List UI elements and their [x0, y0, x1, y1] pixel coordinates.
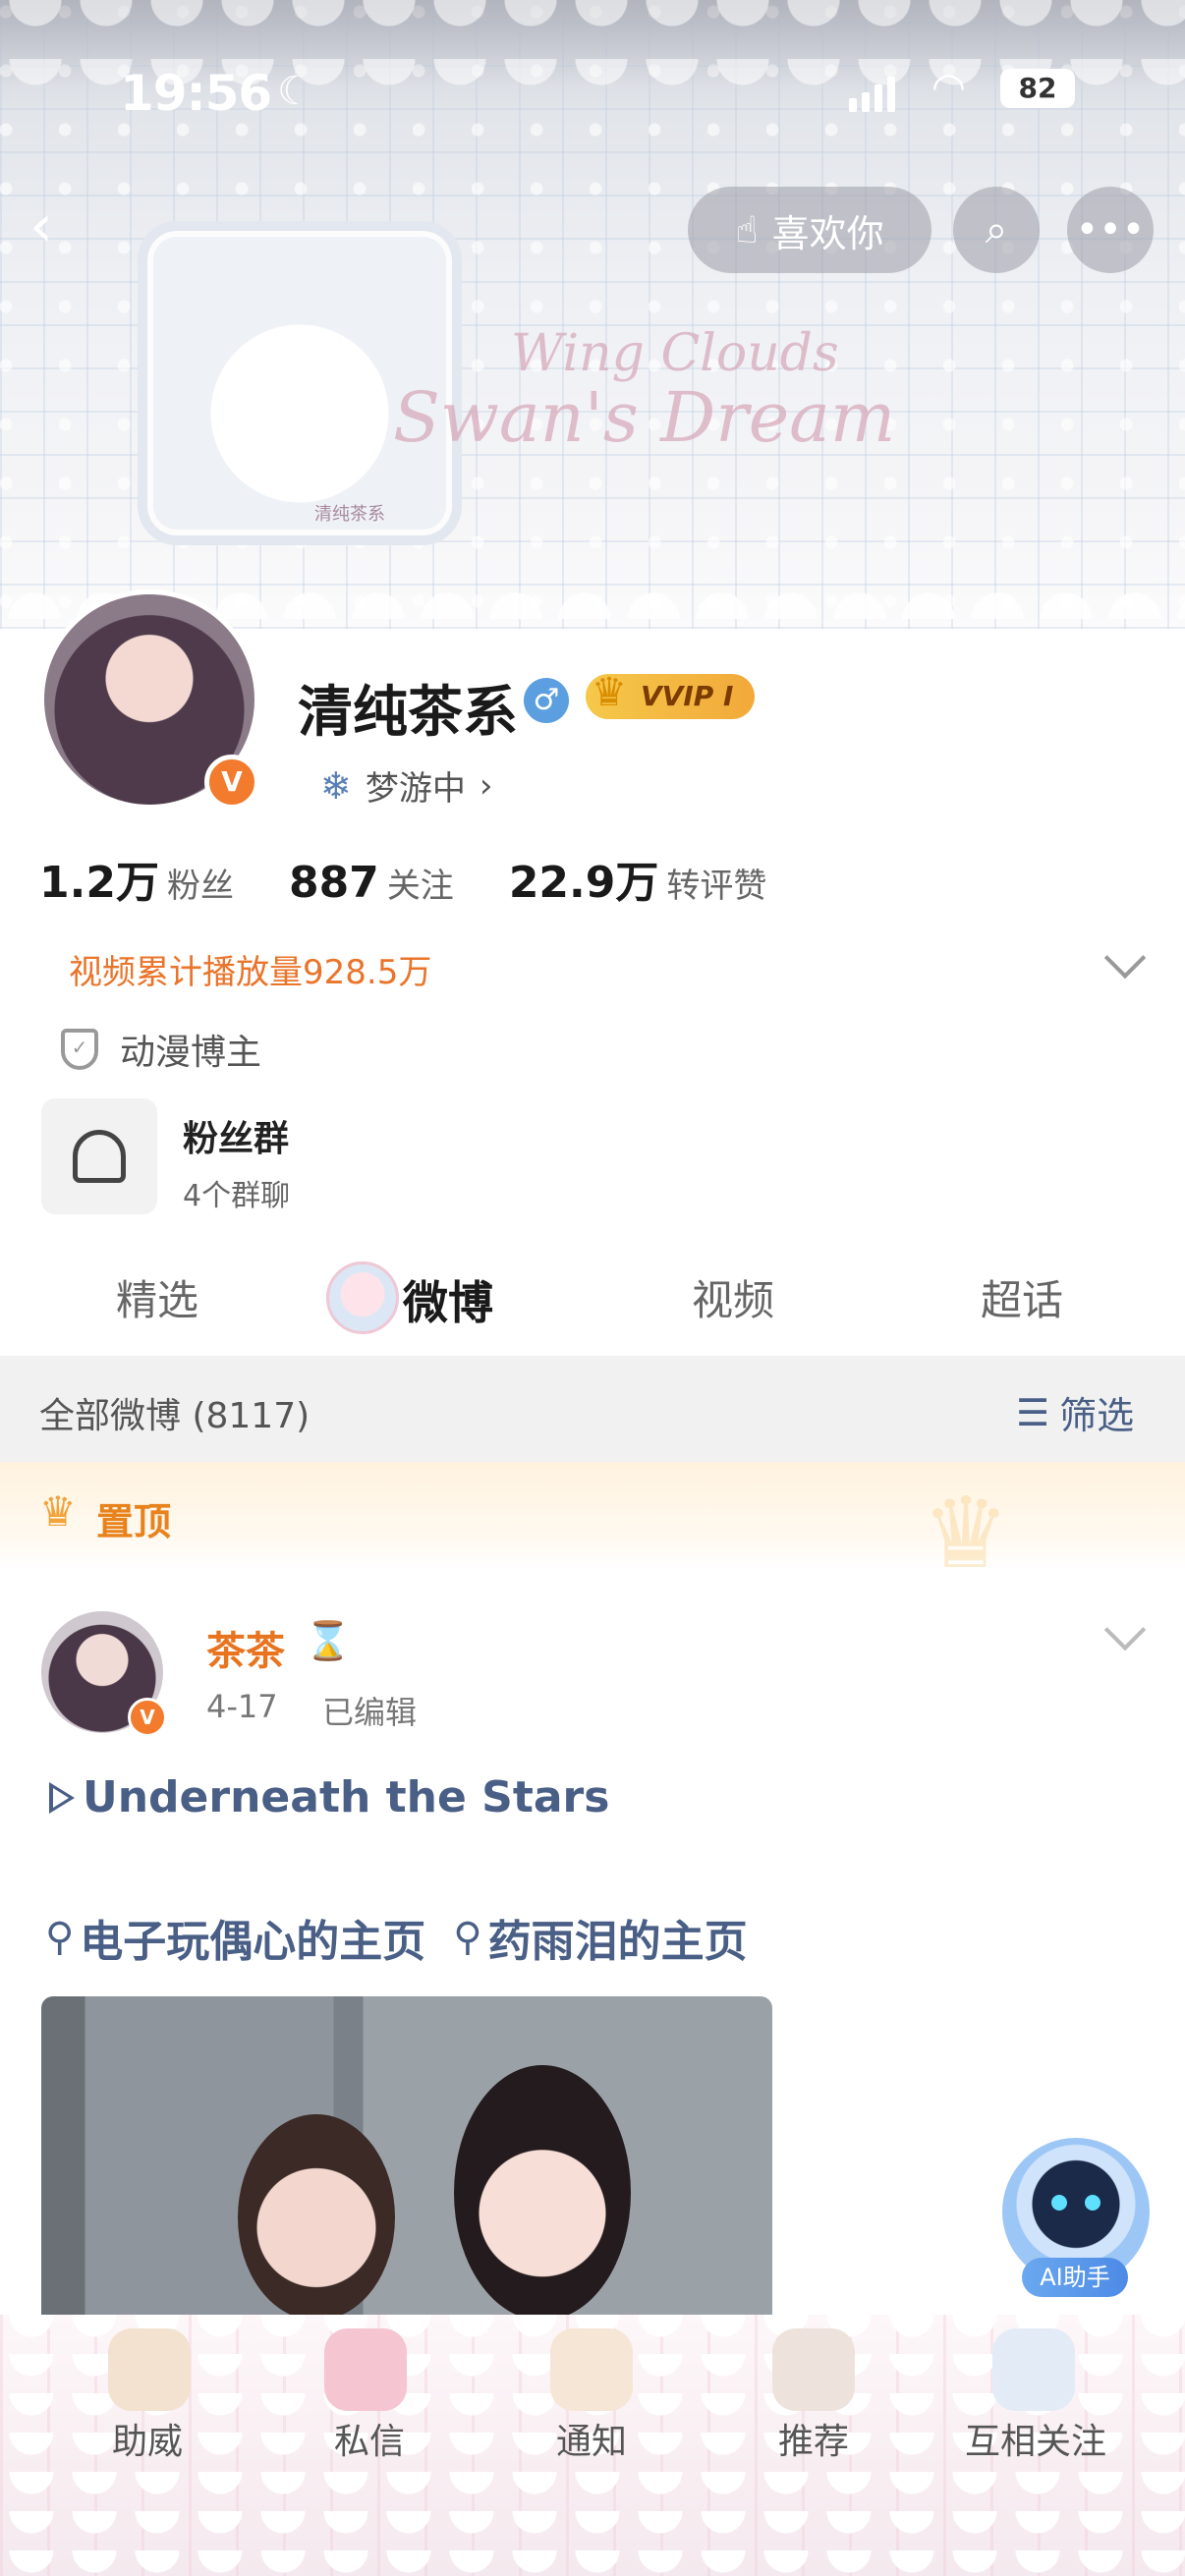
stat-reposts-likes[interactable]: 22.9万 转评赞 — [509, 847, 767, 910]
post-mentions: ⚲ 电子玩偶心的主页 ⚲ 药雨泪的主页 — [45, 1906, 748, 1969]
nav-notifications[interactable]: 通知 — [503, 2413, 680, 2464]
status-text: 梦游中 — [365, 769, 466, 809]
bear-decoration-icon — [550, 2328, 633, 2411]
stat-value: 22.9万 — [508, 858, 659, 908]
status-time: 19:56 — [120, 65, 272, 122]
wifi-icon: ◠ — [931, 65, 966, 110]
mention-link[interactable]: ⚲ 电子玩偶心的主页 — [45, 1906, 425, 1969]
bunny-decoration-icon — [992, 2328, 1075, 2411]
all-posts-count: 全部微博 (8117) — [39, 1396, 310, 1436]
verified-badge: V — [128, 1698, 167, 1737]
stat-label: 关注 — [386, 867, 454, 906]
banner-text-line2: Swan's Dream — [393, 377, 896, 458]
ai-assistant-label[interactable]: AI助手 — [1022, 2258, 1128, 2297]
person-icon: ⚲ — [453, 1915, 482, 1960]
group-icon — [73, 1130, 126, 1183]
vip-label: VVIP I — [641, 680, 734, 712]
fan-group-subtitle: 4个群聊 — [183, 1179, 291, 1213]
tab-super-topic[interactable]: 超话 — [981, 1267, 1063, 1327]
stat-value: 887 — [288, 858, 379, 908]
cat-decoration-icon — [772, 2328, 855, 2411]
hourglass-icon: ⌛ — [305, 1619, 352, 1662]
pinned-label: 置顶 — [96, 1500, 172, 1543]
back-icon: ‹ — [29, 192, 53, 260]
mention-link[interactable]: ⚲ 药雨泪的主页 — [453, 1906, 747, 1969]
nav-messages[interactable]: 私信 — [281, 2413, 458, 2464]
search-icon: ⌕ — [985, 207, 1008, 252]
post-author-name[interactable]: 茶茶 — [206, 1619, 285, 1676]
gender-male-icon: ♂ — [524, 678, 569, 723]
stat-following[interactable]: 887 关注 — [289, 858, 454, 908]
feed-header: 全部微博 (8117) ☰ 筛选 — [0, 1356, 1185, 1462]
filter-button[interactable]: ☰ 筛选 — [1016, 1385, 1134, 1439]
post-media-link[interactable]: Underneath the Stars — [49, 1772, 609, 1822]
filter-icon: ☰ — [1016, 1390, 1050, 1434]
chevron-down-icon[interactable] — [1103, 936, 1147, 980]
back-button[interactable]: ‹ — [29, 196, 88, 255]
category-tag[interactable]: ✓ 动漫博主 — [61, 1024, 261, 1075]
post-date: 4-17 — [206, 1688, 278, 1725]
shield-icon: ✓ — [61, 1029, 98, 1070]
verified-badge: V — [204, 755, 259, 810]
like-button[interactable]: ☝ 喜欢你 — [688, 187, 931, 273]
battery-indicator: 82 — [1000, 69, 1075, 108]
fan-group-card[interactable] — [41, 1098, 157, 1214]
signal-icon — [849, 77, 895, 112]
photo-person-left — [238, 2114, 395, 2321]
mention-text: 药雨泪的主页 — [487, 1917, 748, 1967]
profile-name: 清纯茶系 — [298, 681, 518, 745]
fan-group-title[interactable]: 粉丝群 — [183, 1110, 289, 1161]
video-plays-text[interactable]: 视频累计播放量928.5万 — [69, 945, 431, 993]
tab-weibo[interactable]: 微博 — [403, 1267, 493, 1332]
tab-featured[interactable]: 精选 — [116, 1267, 198, 1327]
play-icon — [49, 1781, 75, 1814]
like-label: 喜欢你 — [771, 211, 884, 255]
stat-label: 粉丝 — [166, 867, 234, 906]
post-edited-label: 已编辑 — [322, 1694, 418, 1731]
more-icon: ••• — [1075, 207, 1146, 252]
banner-watermark: 清纯茶系 — [314, 504, 385, 525]
person-icon: ⚲ — [45, 1915, 75, 1960]
bot-eye — [1051, 2195, 1067, 2211]
crown-icon: ♛ — [592, 670, 627, 715]
chevron-right-icon: › — [479, 765, 493, 806]
search-button[interactable]: ⌕ — [953, 187, 1040, 273]
bottom-nav: 助威 私信 通知 推荐 互相关注 — [0, 2315, 1185, 2576]
crown-icon: ♛ — [39, 1487, 77, 1536]
like-hand-icon: ☝ — [735, 208, 759, 252]
vip-badge[interactable]: ♛ VVIP I — [586, 670, 756, 719]
pinned-banner: ♛ 置顶 ♛ — [0, 1462, 1185, 1591]
banner-text-line1: Wing Clouds — [511, 324, 839, 383]
tab-videos[interactable]: 视频 — [692, 1267, 774, 1327]
post-menu-chevron-icon[interactable] — [1103, 1608, 1147, 1652]
moon-icon: ☾ — [277, 69, 312, 114]
banner-script-text: Wing Clouds Swan's Dream — [393, 324, 895, 458]
nav-cheer[interactable]: 助威 — [59, 2413, 236, 2464]
mention-text: 电子玩偶心的主页 — [80, 1917, 426, 1967]
nav-recommend[interactable]: 推荐 — [725, 2413, 902, 2464]
stat-followers[interactable]: 1.2万 粉丝 — [39, 847, 234, 910]
status-bar: 19:56 ☾ ◠ 82 — [0, 59, 1185, 122]
profile-stats: 1.2万 粉丝 887 关注 22.9万 转评赞 — [39, 847, 766, 910]
filter-label: 筛选 — [1059, 1394, 1135, 1437]
post-image[interactable] — [41, 1996, 772, 2321]
category-label: 动漫博主 — [120, 1033, 262, 1073]
snowflake-icon: ❄ — [320, 763, 352, 808]
nav-mutual-follow[interactable]: 互相关注 — [947, 2413, 1124, 2464]
post-link-title: Underneath the Stars — [83, 1772, 610, 1822]
tab-mascot-decoration — [326, 1261, 399, 1334]
stat-label: 转评赞 — [666, 867, 767, 906]
photo-person-right — [454, 2065, 631, 2321]
bear-decoration-icon — [108, 2328, 191, 2411]
bot-eye — [1085, 2195, 1100, 2211]
crown-decoration-icon: ♛ — [922, 1476, 1010, 1591]
profile-tabs: 精选 微博 视频 超话 — [0, 1248, 1185, 1354]
more-button[interactable]: ••• — [1067, 187, 1154, 273]
stat-value: 1.2万 — [39, 858, 159, 908]
status-dreaming[interactable]: ❄ 梦游中 › — [320, 761, 492, 810]
card-decoration-icon — [324, 2328, 407, 2411]
